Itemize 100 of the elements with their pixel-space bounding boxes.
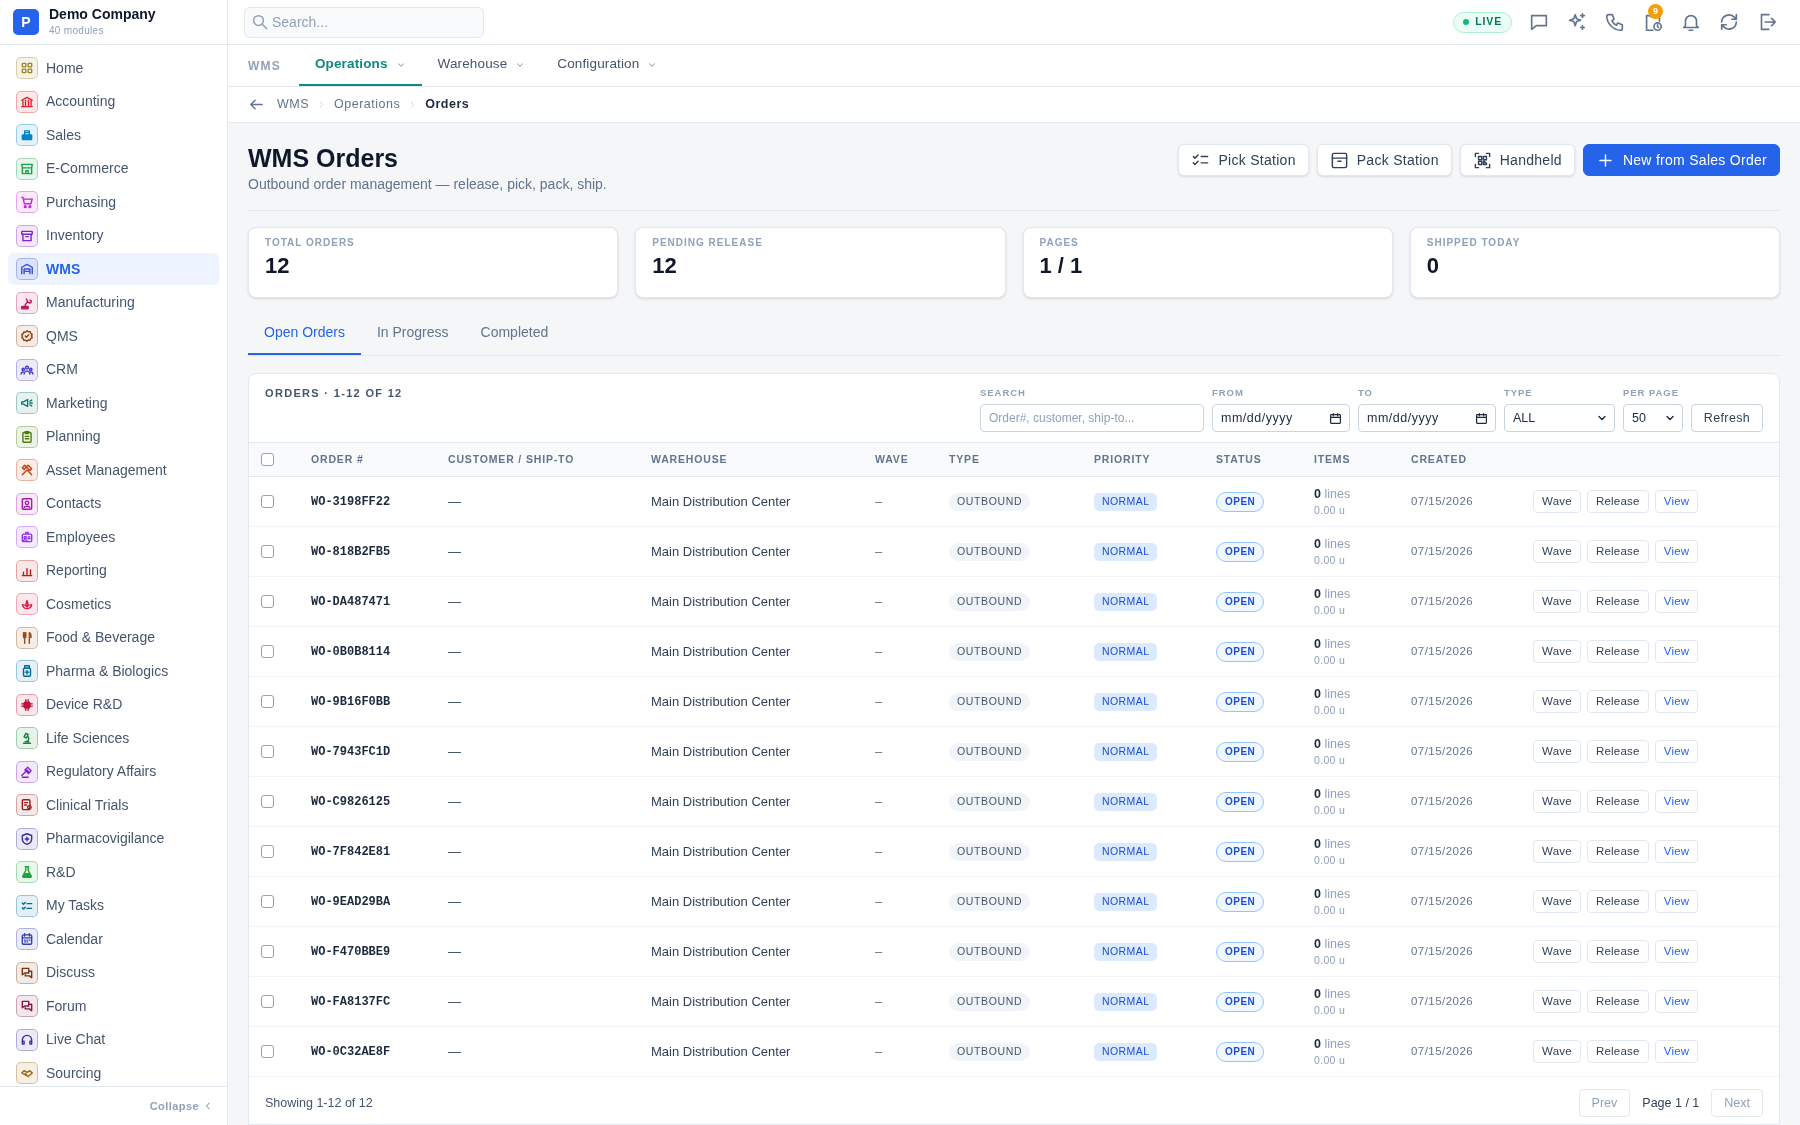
tab[interactable]: Completed xyxy=(464,312,565,355)
row-action-button[interactable]: Wave xyxy=(1533,990,1581,1013)
select-field[interactable]: 50 xyxy=(1623,404,1683,432)
row-checkbox[interactable] xyxy=(261,545,274,558)
sparkles-icon[interactable] xyxy=(1566,11,1588,33)
sidebar-item[interactable]: Accounting xyxy=(8,85,219,118)
row-checkbox[interactable] xyxy=(261,645,274,658)
view-link-button[interactable]: View xyxy=(1654,840,1699,863)
row-action-button[interactable]: Wave xyxy=(1533,790,1581,813)
row-action-button[interactable]: Release xyxy=(1586,990,1649,1013)
toolbar-button[interactable]: Pack Station xyxy=(1316,144,1452,176)
sidebar-item[interactable]: Manufacturing xyxy=(8,286,219,319)
sidebar-item[interactable]: Reporting xyxy=(8,554,219,587)
row-action-button[interactable]: Release xyxy=(1586,740,1649,763)
new-order-button[interactable]: New from Sales Order xyxy=(1582,144,1780,176)
row-action-button[interactable]: Release xyxy=(1586,590,1649,613)
nav-tab[interactable]: Warehouse xyxy=(421,45,542,86)
view-link-button[interactable]: View xyxy=(1654,990,1699,1013)
row-checkbox[interactable] xyxy=(261,745,274,758)
view-link-button[interactable]: View xyxy=(1654,640,1699,663)
sidebar-item[interactable]: Employees xyxy=(8,521,219,553)
row-action-button[interactable]: Release xyxy=(1586,940,1649,963)
row-checkbox[interactable] xyxy=(261,695,274,708)
sidebar-item[interactable]: Discuss xyxy=(8,956,219,989)
sidebar-item[interactable]: Forum xyxy=(8,990,219,1022)
row-checkbox[interactable] xyxy=(261,895,274,908)
sidebar-item[interactable]: Home xyxy=(8,52,219,84)
sidebar-item[interactable]: Pharma & Biologics xyxy=(8,655,219,687)
date-field[interactable]: mm/dd/yyyy xyxy=(1212,404,1350,432)
row-action-button[interactable]: Wave xyxy=(1533,840,1581,863)
nav-tab[interactable]: Configuration xyxy=(541,45,674,86)
view-link-button[interactable]: View xyxy=(1654,690,1699,713)
view-link-button[interactable]: View xyxy=(1654,490,1699,513)
row-action-button[interactable]: Wave xyxy=(1533,740,1581,763)
sidebar-item[interactable]: Marketing xyxy=(8,387,219,419)
row-action-button[interactable]: Release xyxy=(1586,490,1649,513)
row-action-button[interactable]: Wave xyxy=(1533,490,1581,513)
row-checkbox[interactable] xyxy=(261,945,274,958)
date-field[interactable]: mm/dd/yyyy xyxy=(1358,404,1496,432)
toolbar-button[interactable]: Pick Station xyxy=(1178,144,1309,176)
row-action-button[interactable]: Release xyxy=(1586,690,1649,713)
sidebar-item[interactable]: R&D xyxy=(8,856,219,888)
sidebar-item[interactable]: Pharmacovigilance xyxy=(8,822,219,855)
select-all-checkbox[interactable] xyxy=(261,453,274,466)
nav-tab[interactable]: Operations xyxy=(298,45,422,86)
row-action-button[interactable]: Release xyxy=(1586,790,1649,813)
sidebar-item[interactable]: Regulatory Affairs xyxy=(8,755,219,788)
row-checkbox[interactable] xyxy=(261,845,274,858)
sidebar-item[interactable]: My Tasks xyxy=(8,889,219,922)
breadcrumb-link[interactable]: WMS xyxy=(277,95,310,114)
row-action-button[interactable]: Release xyxy=(1586,890,1649,913)
sidebar-item[interactable]: E-Commerce xyxy=(8,152,219,185)
sidebar-item[interactable]: Purchasing xyxy=(8,186,219,218)
row-action-button[interactable]: Wave xyxy=(1533,640,1581,663)
sidebar-item[interactable]: Inventory xyxy=(8,219,219,252)
row-action-button[interactable]: Release xyxy=(1586,640,1649,663)
view-link-button[interactable]: View xyxy=(1654,940,1699,963)
row-checkbox[interactable] xyxy=(261,795,274,808)
sidebar-item[interactable]: CRM xyxy=(8,353,219,386)
row-action-button[interactable]: Release xyxy=(1586,840,1649,863)
sidebar-item[interactable]: QMS xyxy=(8,320,219,352)
view-link-button[interactable]: View xyxy=(1654,590,1699,613)
breadcrumb-link[interactable]: Operations xyxy=(334,95,401,114)
view-link-button[interactable]: View xyxy=(1654,1040,1699,1063)
sidebar-item[interactable]: Cosmetics xyxy=(8,588,219,620)
view-link-button[interactable]: View xyxy=(1654,540,1699,563)
sidebar-item[interactable]: Life Sciences xyxy=(8,722,219,754)
row-action-button[interactable]: Wave xyxy=(1533,590,1581,613)
toolbar-button[interactable]: Handheld xyxy=(1459,144,1575,176)
row-checkbox[interactable] xyxy=(261,495,274,508)
sidebar-item[interactable]: Contacts xyxy=(8,487,219,520)
refresh-button[interactable]: Refresh xyxy=(1691,404,1763,432)
view-link-button[interactable]: View xyxy=(1654,790,1699,813)
row-checkbox[interactable] xyxy=(261,995,274,1008)
row-action-button[interactable]: Wave xyxy=(1533,890,1581,913)
sidebar-item[interactable]: Asset Management xyxy=(8,454,219,486)
sidebar-item[interactable]: Food & Beverage xyxy=(8,621,219,654)
row-action-button[interactable]: Wave xyxy=(1533,540,1581,563)
row-action-button[interactable]: Wave xyxy=(1533,940,1581,963)
select-field[interactable]: ALL xyxy=(1504,404,1615,432)
row-action-button[interactable]: Wave xyxy=(1533,1040,1581,1063)
sidebar-item[interactable]: Planning xyxy=(8,420,219,453)
sidebar-item[interactable]: Sourcing xyxy=(8,1057,219,1086)
sidebar-item[interactable]: Live Chat xyxy=(8,1023,219,1056)
view-link-button[interactable]: View xyxy=(1654,890,1699,913)
search-field[interactable]: Order#, customer, ship-to... xyxy=(980,404,1204,432)
sidebar-item[interactable]: Device R&D xyxy=(8,688,219,721)
row-action-button[interactable]: Wave xyxy=(1533,690,1581,713)
sidebar-item[interactable]: Calendar xyxy=(8,923,219,955)
view-link-button[interactable]: View xyxy=(1654,740,1699,763)
row-action-button[interactable]: Release xyxy=(1586,1040,1649,1063)
sidebar-item[interactable]: WMS xyxy=(8,253,219,285)
sidebar-item[interactable]: Clinical Trials xyxy=(8,789,219,821)
row-checkbox[interactable] xyxy=(261,1045,274,1058)
tab[interactable]: Open Orders xyxy=(248,312,361,355)
phone-icon[interactable] xyxy=(1604,11,1626,33)
row-checkbox[interactable] xyxy=(261,595,274,608)
sidebar-item[interactable]: Sales xyxy=(8,119,219,151)
tab[interactable]: In Progress xyxy=(360,312,465,355)
row-action-button[interactable]: Release xyxy=(1586,540,1649,563)
